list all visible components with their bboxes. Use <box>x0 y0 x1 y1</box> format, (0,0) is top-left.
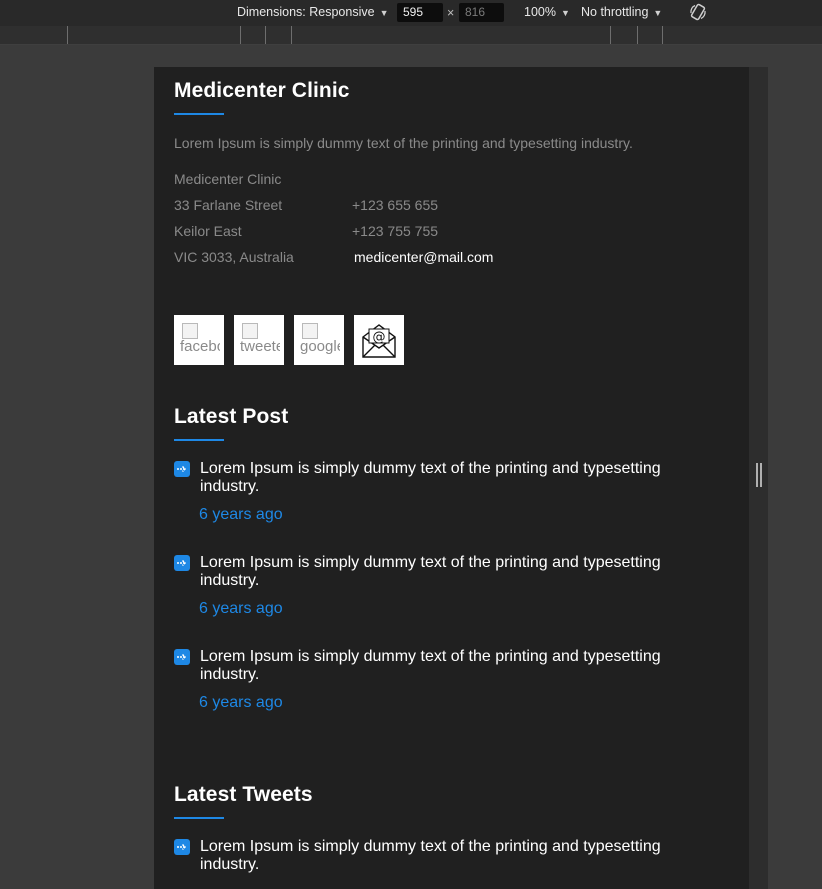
zoom-label: 100% <box>524 5 556 19</box>
envelope-at-icon: @ <box>362 324 396 358</box>
ruler-tick <box>67 26 68 44</box>
arrow-right-icon <box>174 649 190 665</box>
image-alt-text: google <box>300 339 340 354</box>
rotate-device-icon[interactable] <box>688 2 708 22</box>
resize-handle[interactable] <box>756 463 758 487</box>
chevron-down-icon: ▼ <box>560 8 570 18</box>
viewport-resize-track[interactable] <box>749 67 768 889</box>
title-underline <box>174 817 224 819</box>
latest-tweets-title: Latest Tweets <box>174 783 313 806</box>
dimensions-label: Dimensions: Responsive <box>237 5 375 19</box>
post-text[interactable]: Lorem Ipsum is simply dummy text of the … <box>200 554 700 590</box>
title-underline <box>174 113 224 115</box>
post-text[interactable]: Lorem Ipsum is simply dummy text of the … <box>200 648 700 684</box>
ruler-tick <box>240 26 241 44</box>
ruler-tick <box>662 26 663 44</box>
title-underline <box>174 439 224 441</box>
address-line: VIC 3033, Australia <box>174 249 294 265</box>
arrow-right-icon <box>174 555 190 571</box>
clinic-title: Medicenter Clinic <box>174 79 350 102</box>
latest-post-title: Latest Post <box>174 405 289 428</box>
zoom-dropdown[interactable]: 100% ▼ <box>524 5 570 19</box>
chevron-down-icon: ▼ <box>653 8 663 18</box>
throttling-label: No throttling <box>581 5 649 19</box>
width-input[interactable]: 595 <box>397 3 443 22</box>
image-alt-text: facebook <box>180 339 220 354</box>
email-link[interactable]: medicenter@mail.com <box>354 249 493 265</box>
devtools-device-toolbar: Dimensions: Responsive ▼ 595 × 816 100% ▼ … <box>0 0 822 26</box>
email-envelope-icon[interactable]: @ <box>354 315 404 365</box>
phone-number: +123 755 755 <box>352 223 439 239</box>
broken-image-icon <box>242 323 258 339</box>
post-time[interactable]: 6 years ago <box>199 506 283 524</box>
resize-handle[interactable] <box>760 463 762 487</box>
address-line: 33 Farlane Street <box>174 197 283 213</box>
throttling-dropdown[interactable]: No throttling ▼ <box>581 5 662 19</box>
post-text[interactable]: Lorem Ipsum is simply dummy text of the … <box>200 460 700 496</box>
post-time[interactable]: 6 years ago <box>199 694 283 712</box>
media-query-ruler[interactable] <box>0 26 822 45</box>
post-time[interactable]: 6 years ago <box>199 600 283 618</box>
height-input[interactable]: 816 <box>459 3 504 22</box>
ruler-tick <box>610 26 611 44</box>
dimension-separator: × <box>447 6 455 20</box>
phone-number: +123 655 655 <box>352 197 439 213</box>
google-icon[interactable]: google <box>294 315 344 365</box>
arrow-right-icon <box>174 839 190 855</box>
ruler-tick <box>291 26 292 44</box>
dimensions-dropdown[interactable]: Dimensions: Responsive ▼ <box>237 5 388 19</box>
address-line: Medicenter Clinic <box>174 171 282 187</box>
broken-image-icon <box>302 323 318 339</box>
chevron-down-icon: ▼ <box>379 8 389 18</box>
address-line: Keilor East <box>174 223 242 239</box>
ruler-tick <box>265 26 266 44</box>
image-alt-text: tweeter <box>240 339 280 354</box>
clinic-description: Lorem Ipsum is simply dummy text of the … <box>174 135 633 151</box>
emulated-viewport: Medicenter Clinic Lorem Ipsum is simply … <box>154 67 749 889</box>
twitter-icon[interactable]: tweeter <box>234 315 284 365</box>
arrow-right-icon <box>174 461 190 477</box>
facebook-icon[interactable]: facebook <box>174 315 224 365</box>
svg-text:@: @ <box>373 330 386 345</box>
tweet-text[interactable]: Lorem Ipsum is simply dummy text of the … <box>200 838 700 874</box>
ruler-tick <box>637 26 638 44</box>
broken-image-icon <box>182 323 198 339</box>
